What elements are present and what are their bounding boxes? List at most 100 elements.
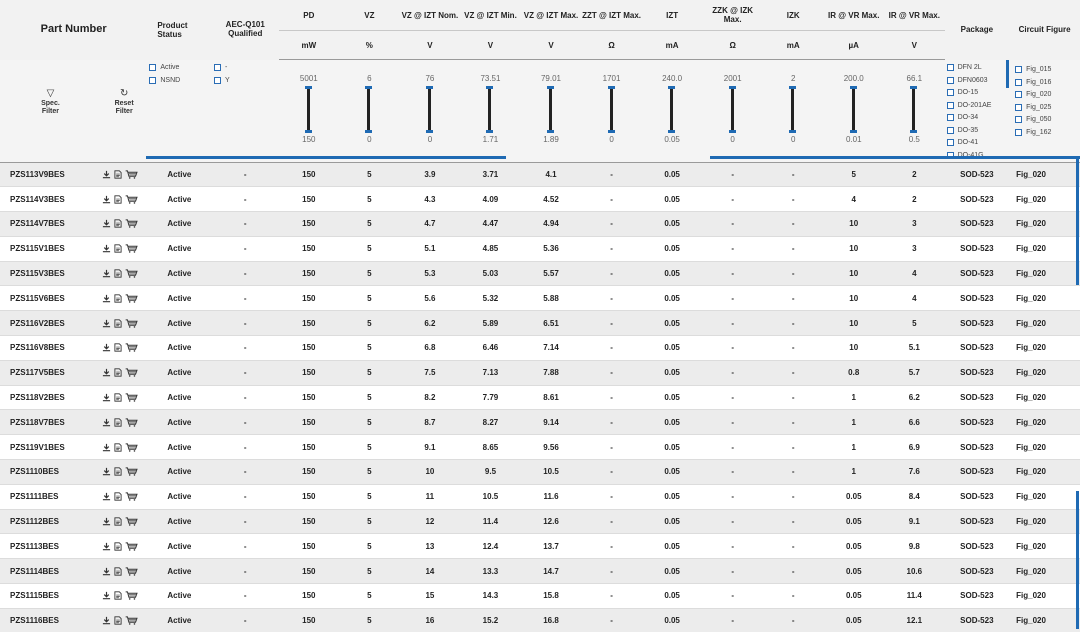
datasheet-icon[interactable] [114, 343, 122, 353]
download-icon[interactable] [102, 393, 111, 402]
part-number-link[interactable]: PZS114V7BES [0, 211, 101, 237]
part-number-link[interactable]: PZS1114BES [0, 558, 101, 585]
slider-max-value[interactable]: 5001 [279, 74, 340, 83]
part-number-link[interactable]: PZS1112BES [0, 509, 101, 535]
figure-filter-option[interactable]: Fig_162 [1013, 126, 1080, 139]
slider-min-handle[interactable] [910, 130, 918, 133]
slider-max-handle[interactable] [789, 86, 797, 89]
slider-max-value[interactable]: 76 [400, 74, 461, 83]
header-param-5[interactable]: ZZT @ IZT Max. [581, 0, 642, 31]
slider-min-handle[interactable] [425, 130, 433, 133]
circuit-figure-link[interactable]: Fig_020 [1009, 211, 1080, 237]
table-row[interactable]: PZS116V2BES Active -150 5 6.2 5.89 6.51-0.05- -… [0, 310, 1080, 337]
download-icon[interactable] [102, 616, 111, 625]
datasheet-icon[interactable] [114, 542, 122, 551]
table-row[interactable]: PZS113V9BES Active -150 5 3.9 3.71 4.1-0.05- -5… [0, 162, 1080, 188]
package-filter-option[interactable]: DO-15 [945, 87, 1010, 100]
checkbox[interactable] [946, 114, 954, 122]
header-param-1[interactable]: VZ [339, 0, 400, 31]
part-number-link[interactable]: PZS115V1BES [0, 236, 101, 262]
table-row[interactable]: PZS116V8BES Active -150 5 6.8 6.46 7.14-0.05- -… [0, 335, 1080, 361]
datasheet-icon[interactable] [114, 269, 122, 278]
checkbox[interactable] [1015, 116, 1023, 124]
cart-icon[interactable] [125, 616, 138, 625]
part-number-link[interactable]: PZS116V8BES [0, 335, 101, 361]
datasheet-icon[interactable] [114, 591, 122, 601]
slider-max-value[interactable]: 73.51 [460, 74, 521, 83]
table-row[interactable]: PZS1116BES Active -150 5 16 15.2 16.8-0.05- -0.… [0, 608, 1080, 632]
range-slider[interactable]: 76 0 [400, 60, 461, 157]
range-slider[interactable]: 2001 0 [702, 60, 763, 157]
slider-min-handle[interactable] [486, 130, 494, 133]
header-aec-q101[interactable]: AEC-Q101 Qualified [211, 0, 279, 60]
checkbox[interactable] [1015, 78, 1023, 86]
datasheet-icon[interactable] [114, 318, 122, 328]
datasheet-icon[interactable] [114, 467, 122, 477]
download-icon[interactable] [102, 542, 111, 551]
table-row[interactable]: PZS1110BES Active -150 5 10 9.5 10.5-0.05- -1 7.… [0, 459, 1080, 485]
spec-filter-button[interactable]: ▽ Spec. Filter [0, 60, 101, 116]
range-slider[interactable]: 60 [339, 60, 400, 157]
slider-track[interactable] [549, 87, 552, 131]
circuit-figure-link[interactable]: Fig_020 [1009, 186, 1080, 213]
download-icon[interactable] [102, 443, 111, 452]
cart-icon[interactable] [125, 219, 138, 229]
circuit-figure-link[interactable]: Fig_020 [1009, 608, 1080, 632]
slider-max-handle[interactable] [486, 86, 494, 89]
slider-min-handle[interactable] [668, 130, 676, 133]
slider-track[interactable] [670, 87, 674, 131]
circuit-figure-link[interactable]: Fig_020 [1009, 285, 1080, 312]
download-icon[interactable] [102, 319, 111, 328]
header-param-8[interactable]: IZK [762, 0, 824, 31]
circuit-figure-link[interactable]: Fig_020 [1009, 310, 1080, 337]
datasheet-icon[interactable] [114, 170, 122, 179]
table-row[interactable]: PZS114V7BES Active -150 5 4.7 4.47 4.94-0.05- -… [0, 211, 1080, 237]
part-number-link[interactable]: PZS118V2BES [0, 385, 101, 411]
slider-max-handle[interactable] [607, 86, 615, 89]
part-number-link[interactable]: PZS115V6BES [0, 285, 101, 312]
slider-max-value[interactable]: 240.0 [642, 74, 703, 83]
slider-min-handle[interactable] [607, 130, 615, 133]
checkbox[interactable] [149, 64, 157, 72]
header-product-status[interactable]: Product Status [147, 0, 212, 60]
package-filter-option[interactable]: DFN 2L [945, 62, 1010, 75]
slider-track[interactable] [851, 87, 855, 131]
table-row[interactable]: PZS115V1BES Active -150 5 5.1 4.85 5.36-0.05- -… [0, 236, 1080, 262]
slider-min-value[interactable]: 0.01 [823, 135, 884, 144]
reset-filter-button[interactable]: ↻ Reset Filter [101, 60, 147, 116]
part-number-link[interactable]: PZS119V1BES [0, 434, 101, 461]
table-row[interactable]: PZS118V2BES Active -150 5 8.2 7.79 8.61-0.05- -… [0, 385, 1080, 411]
package-filter-option[interactable]: DO-201AE [945, 99, 1010, 112]
slider-min-value[interactable]: 0.5 [884, 135, 945, 144]
part-number-link[interactable]: PZS116V2BES [0, 310, 101, 337]
table-row[interactable]: PZS1114BES Active -150 5 14 13.3 14.7-0.05- -0.… [0, 558, 1080, 585]
table-row[interactable]: PZS114V3BES Active -150 5 4.3 4.09 4.52-0.05- -… [0, 186, 1080, 213]
part-number-link[interactable]: PZS1115BES [0, 583, 101, 609]
slider-track[interactable] [730, 87, 734, 131]
circuit-figure-link[interactable]: Fig_020 [1009, 385, 1080, 411]
checkbox[interactable] [946, 64, 954, 72]
status-filter-option[interactable]: Active [147, 62, 212, 75]
part-number-link[interactable]: PZS113V9BES [0, 162, 101, 188]
cart-icon[interactable] [125, 319, 138, 328]
checkbox[interactable] [213, 76, 221, 84]
datasheet-icon[interactable] [114, 368, 122, 377]
package-filter-option[interactable]: DO-41 [945, 137, 1010, 150]
figure-filter-option[interactable]: Fig_050 [1013, 114, 1080, 127]
header-param-3[interactable]: VZ @ IZT Min. [460, 0, 521, 31]
range-slider[interactable]: 5001 150 [279, 60, 340, 157]
slider-min-handle[interactable] [304, 130, 312, 133]
header-param-2[interactable]: VZ @ IZT Nom. [399, 0, 461, 31]
part-number-link[interactable]: PZS117V5BES [0, 360, 101, 386]
circuit-figure-link[interactable]: Fig_020 [1009, 484, 1080, 510]
header-package[interactable]: Package [944, 0, 1010, 60]
slider-track[interactable] [609, 87, 613, 131]
datasheet-icon[interactable] [114, 616, 122, 625]
slider-track[interactable] [912, 87, 916, 131]
range-slider[interactable]: 79.01 1.89 [521, 60, 582, 157]
checkbox[interactable] [946, 139, 954, 147]
download-icon[interactable] [102, 244, 111, 253]
cart-icon[interactable] [125, 195, 138, 204]
header-circuit-figure[interactable]: Circuit Figure [1009, 0, 1080, 60]
slider-track[interactable] [306, 87, 310, 131]
